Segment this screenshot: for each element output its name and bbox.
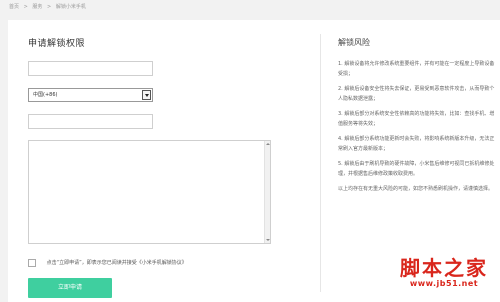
breadcrumb-separator: >	[47, 4, 52, 10]
apply-now-button[interactable]: 立即申请	[28, 278, 112, 298]
reason-textarea[interactable]	[28, 140, 271, 244]
breadcrumb: 首页 > 服务 > 解锁小米手机	[9, 2, 89, 12]
country-code-select[interactable]: 中国(+86)	[28, 88, 153, 102]
risk-item: 1. 解锁设备将允许修改系统重要组件，并有可能在一定程度上导致设备受损；	[338, 61, 495, 77]
chevron-down-icon[interactable]	[142, 90, 151, 100]
agreement-text[interactable]: 点击“立即申请”，即表示您已阅读并接受《小米手机解锁协议》	[47, 260, 187, 266]
breadcrumb-service[interactable]: 服务	[32, 4, 42, 10]
risk-list: 1. 解锁设备将允许修改系统重要组件，并有可能在一定程度上导致设备受损； 2. …	[338, 59, 498, 199]
form-title: 申请解锁权限	[28, 39, 86, 49]
phone-input[interactable]	[28, 114, 153, 129]
breadcrumb-home[interactable]: 首页	[9, 4, 19, 10]
agreement-row: 点击“立即申请”，即表示您已阅读并接受《小米手机解锁协议》	[28, 259, 187, 269]
textarea-scrollbar[interactable]	[264, 141, 270, 243]
agreement-checkbox[interactable]	[28, 259, 36, 267]
scroll-down-icon[interactable]	[266, 239, 270, 241]
risk-item: 5. 解锁后由于刷机导致的硬件故障，小米售后维修可视同已拆机维修处理，并根据售后…	[338, 161, 495, 177]
breadcrumb-current: 解锁小米手机	[55, 4, 86, 10]
scroll-up-icon[interactable]	[266, 143, 270, 145]
site-watermark: 脚本之家 www.jb51.net	[400, 257, 488, 288]
country-code-value: 中国(+86)	[33, 92, 58, 98]
risk-item: 4. 解锁后部分系统功能更新时会失败，将影响系统新版本升级，无法正常刷入官方最新…	[338, 136, 495, 152]
risk-item: 3. 解锁后部分对系统安全性依赖高的功能将失效，比如：查找手机、增值服务等将失效…	[338, 111, 495, 127]
watermark-url: www.jb51.net	[409, 279, 479, 288]
risk-title: 解锁风险	[338, 38, 370, 47]
risk-summary: 以上均存在有无重大风险的可能，如您不熟悉刷机操作，请谨慎选择。	[338, 186, 494, 192]
divider	[320, 34, 321, 292]
name-input[interactable]	[28, 61, 153, 76]
watermark-title: 脚本之家	[400, 256, 488, 280]
risk-item: 2. 解锁后设备安全性将失去保证，更易受到恶意软件攻击，从而导致个人隐私数据泄露…	[338, 86, 495, 102]
breadcrumb-separator: >	[23, 4, 28, 10]
